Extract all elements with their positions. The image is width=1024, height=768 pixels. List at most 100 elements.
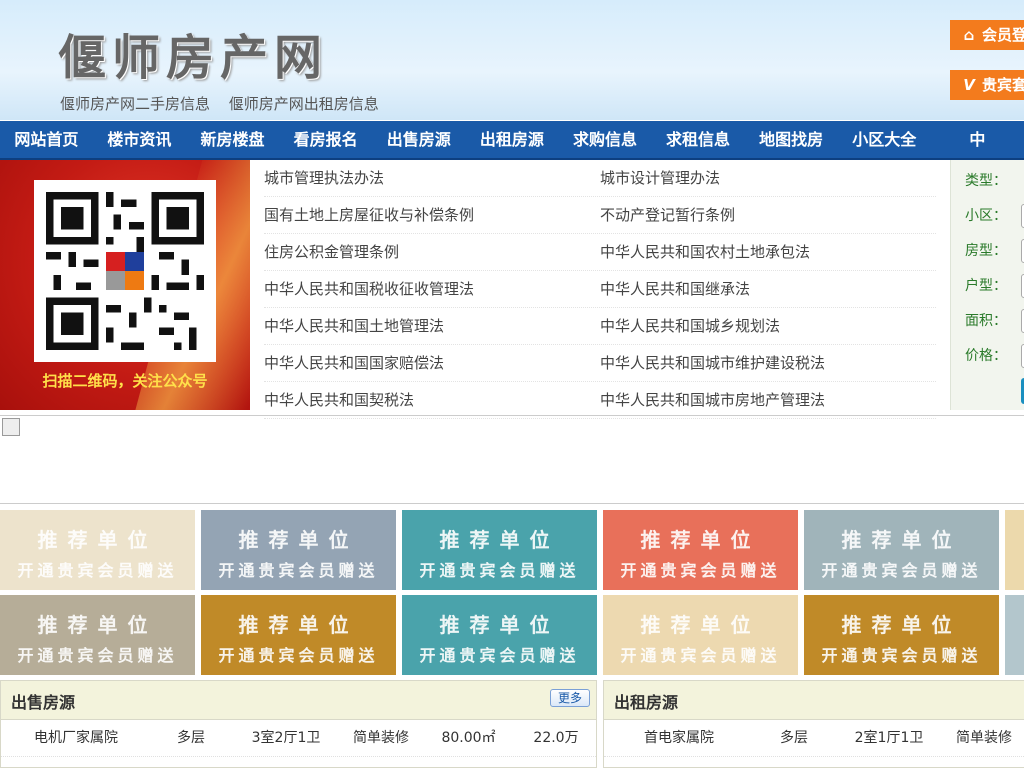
site-header: 偃师房产网 偃师房产网二手房信息 偃师房产网出租房信息 ⌂ 会员登 V 贵宾套	[0, 0, 1024, 120]
tile-title: 推荐单位	[640, 528, 761, 552]
list-row: 城市管理执法办法 城市设计管理办法	[264, 160, 936, 197]
home-icon: ⌂	[963, 26, 975, 44]
nav-wanted-rent[interactable]: 求租信息	[652, 121, 745, 158]
tile-subtitle: 开通贵宾会员赠送	[419, 561, 580, 580]
decoration-cell: 简单装修	[353, 730, 409, 746]
tile-title: 推荐单位	[439, 528, 560, 552]
regulations-list: 城市管理执法办法 城市设计管理办法 国有土地上房屋征收与补偿条例 不动产登记暂行…	[264, 160, 936, 419]
tile-title: 推荐单位	[238, 528, 359, 552]
tile-title: 推荐单位	[640, 613, 761, 637]
main-nav: 网站首页 楼市资讯 新房楼盘 看房报名 出售房源 出租房源 求购信息 求租信息 …	[0, 121, 1024, 160]
list-row: 中华人民共和国土地管理法 中华人民共和国城乡规划法	[264, 308, 936, 345]
community-label: 小区：	[965, 208, 1007, 224]
recommended-unit-tile[interactable]	[1005, 595, 1024, 675]
nav-more[interactable]: 中	[931, 121, 1024, 158]
nav-wanted-buy[interactable]: 求购信息	[558, 121, 651, 158]
regulation-link[interactable]: 中华人民共和国城乡规划法	[600, 308, 936, 344]
tile-subtitle: 开通贵宾会员赠送	[620, 561, 781, 580]
regulation-link[interactable]: 城市管理执法办法	[264, 160, 600, 196]
nav-viewing-signup[interactable]: 看房报名	[279, 121, 372, 158]
regulation-link[interactable]: 中华人民共和国城市维护建设税法	[600, 345, 936, 381]
nav-home[interactable]: 网站首页	[0, 121, 93, 158]
community-cell[interactable]: 首电家属院	[604, 720, 754, 756]
for-rent-panel: 出租房源 首电家属院 多层 2室1厅1卫 简单装修	[603, 680, 1024, 768]
site-logo[interactable]: 偃师房产网	[58, 18, 328, 88]
building-type-cell: 多层	[177, 730, 205, 746]
community-cell[interactable]: 电机厂家属院	[1, 720, 151, 756]
nav-map-search[interactable]: 地图找房	[745, 121, 838, 158]
secondhand-link[interactable]: 偃师房产网二手房信息	[60, 95, 210, 113]
tile-subtitle: 开通贵宾会员赠送	[821, 561, 982, 580]
nav-news[interactable]: 楼市资讯	[93, 121, 186, 158]
nav-for-sale[interactable]: 出售房源	[372, 121, 465, 158]
recommended-unit-tile[interactable]: 推荐单位开通贵宾会员赠送	[402, 510, 597, 590]
tile-subtitle: 开通贵宾会员赠送	[821, 646, 982, 665]
recommended-unit-tile[interactable]: 推荐单位开通贵宾会员赠送	[0, 510, 195, 590]
panel-title: 出售房源	[11, 693, 76, 712]
layout-label: 户型：	[965, 278, 1007, 294]
list-row: 住房公积金管理条例 中华人民共和国农村土地承包法	[264, 234, 936, 271]
vip-icon: V	[963, 76, 975, 94]
banner-ad[interactable]	[0, 415, 1024, 504]
nav-communities[interactable]: 小区大全	[838, 121, 931, 158]
room-type-label: 房型：	[965, 243, 1007, 259]
tile-title: 推荐单位	[238, 613, 359, 637]
recommended-unit-tile[interactable]	[1005, 510, 1024, 590]
regulation-link[interactable]: 中华人民共和国税收征收管理法	[264, 271, 600, 307]
regulation-link[interactable]: 中华人民共和国契税法	[264, 382, 600, 418]
vip-package-label: 贵宾套	[982, 76, 1024, 94]
header-sublinks: 偃师房产网二手房信息 偃师房产网出租房信息	[60, 93, 393, 114]
regulation-link[interactable]: 中华人民共和国农村土地承包法	[600, 234, 936, 270]
nav-for-rent[interactable]: 出租房源	[465, 121, 558, 158]
for-sale-panel: 出售房源 更多 电机厂家属院 多层 3室2厅1卫 简单装修 80.00㎡ 22.…	[0, 680, 597, 768]
qr-code-banner: 扫描二维码，关注公众号	[0, 160, 250, 410]
regulation-link[interactable]: 住房公积金管理条例	[264, 234, 600, 270]
regulation-link[interactable]: 城市设计管理办法	[600, 160, 936, 196]
list-row: 中华人民共和国税收征收管理法 中华人民共和国继承法	[264, 271, 936, 308]
recommended-unit-tile[interactable]: 推荐单位开通贵宾会员赠送	[0, 595, 195, 675]
recommended-unit-tile[interactable]: 推荐单位开通贵宾会员赠送	[804, 595, 999, 675]
price-cell: 22.0万	[533, 730, 579, 746]
member-login-label: 会员登	[982, 26, 1024, 44]
list-row: 国有土地上房屋征收与补偿条例 不动产登记暂行条例	[264, 197, 936, 234]
recommended-unit-tile[interactable]: 推荐单位开通贵宾会员赠送	[603, 595, 798, 675]
panel-header: 出租房源	[604, 681, 1024, 720]
member-login-button[interactable]: ⌂ 会员登	[950, 20, 1024, 50]
table-row[interactable]: 首电家属院 多层 2室1厅1卫 简单装修	[604, 720, 1024, 757]
table-row[interactable]: 电机厂家属院 多层 3室2厅1卫 简单装修 80.00㎡ 22.0万	[1, 720, 596, 757]
more-button[interactable]: 更多	[550, 689, 590, 707]
regulation-link[interactable]: 国有土地上房屋征收与补偿条例	[264, 197, 600, 233]
tile-title: 推荐单位	[841, 528, 962, 552]
tile-title: 推荐单位	[37, 613, 158, 637]
tile-title: 推荐单位	[37, 528, 158, 552]
regulation-link[interactable]: 中华人民共和国城市房地产管理法	[600, 382, 936, 418]
tile-subtitle: 开通贵宾会员赠送	[17, 646, 178, 665]
tile-subtitle: 开通贵宾会员赠送	[620, 646, 781, 665]
recommended-unit-tile[interactable]: 推荐单位开通贵宾会员赠送	[603, 510, 798, 590]
price-label: 价格：	[965, 348, 1007, 364]
tile-subtitle: 开通贵宾会员赠送	[419, 646, 580, 665]
area-label: 面积：	[965, 313, 1007, 329]
recommended-unit-tile[interactable]: 推荐单位开通贵宾会员赠送	[402, 595, 597, 675]
layout-cell: 3室2厅1卫	[251, 730, 321, 746]
regulation-link[interactable]: 不动产登记暂行条例	[600, 197, 936, 233]
tile-title: 推荐单位	[841, 613, 962, 637]
regulation-link[interactable]: 中华人民共和国继承法	[600, 271, 936, 307]
recommended-unit-tile[interactable]: 推荐单位开通贵宾会员赠送	[201, 595, 396, 675]
list-row: 中华人民共和国契税法 中华人民共和国城市房地产管理法	[264, 382, 936, 419]
recommended-unit-tile[interactable]: 推荐单位开通贵宾会员赠送	[201, 510, 396, 590]
regulation-link[interactable]: 中华人民共和国国家赔偿法	[264, 345, 600, 381]
regulation-link[interactable]: 中华人民共和国土地管理法	[264, 308, 600, 344]
layout-cell: 2室1厅1卫	[854, 730, 924, 746]
tile-subtitle: 开通贵宾会员赠送	[218, 646, 379, 665]
nav-new-homes[interactable]: 新房楼盘	[186, 121, 279, 158]
rental-link[interactable]: 偃师房产网出租房信息	[229, 95, 379, 113]
type-label: 类型：	[965, 173, 1007, 189]
tile-title: 推荐单位	[439, 613, 560, 637]
tile-subtitle: 开通贵宾会员赠送	[218, 561, 379, 580]
vip-package-button[interactable]: V 贵宾套	[950, 70, 1024, 100]
tile-subtitle: 开通贵宾会员赠送	[17, 561, 178, 580]
qr-caption: 扫描二维码，关注公众号	[42, 372, 208, 390]
house-search-panel: 类型： 小区： 房型： 户型： 面积： 价格：	[950, 160, 1024, 410]
recommended-unit-tile[interactable]: 推荐单位开通贵宾会员赠送	[804, 510, 999, 590]
